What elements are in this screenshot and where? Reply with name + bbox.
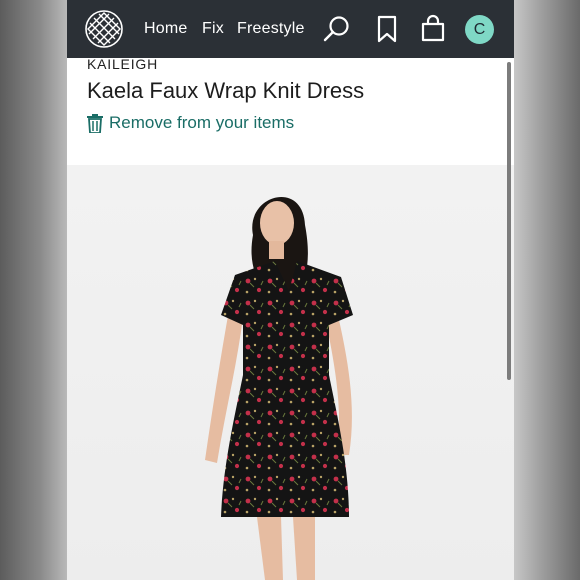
product-image — [67, 165, 514, 580]
background-left — [0, 0, 67, 580]
product-title: Kaela Faux Wrap Knit Dress — [87, 78, 365, 103]
remove-from-items-label: Remove from your items — [109, 113, 295, 132]
nav-home-link[interactable]: Home — [144, 20, 187, 38]
user-avatar[interactable]: C — [465, 15, 494, 44]
nav-freestyle-link[interactable]: Freestyle — [237, 20, 305, 38]
stitch-fix-logo-icon[interactable] — [84, 9, 124, 49]
bookmark-icon[interactable] — [372, 14, 402, 44]
app-screen: Home Fix Freestyle C KAILEIGH Kaela Faux… — [67, 0, 514, 580]
trash-icon — [87, 113, 103, 133]
shopping-bag-icon[interactable] — [418, 14, 448, 44]
product-brand: KAILEIGH — [87, 56, 158, 72]
nav-fix-link[interactable]: Fix — [202, 20, 224, 38]
remove-from-items-button[interactable]: Remove from your items — [87, 112, 294, 134]
search-icon[interactable] — [322, 14, 352, 44]
model-photo-illustration — [205, 197, 353, 580]
top-navigation-bar: Home Fix Freestyle C — [67, 0, 514, 58]
scrollbar[interactable] — [507, 62, 511, 380]
background-right — [514, 0, 580, 580]
